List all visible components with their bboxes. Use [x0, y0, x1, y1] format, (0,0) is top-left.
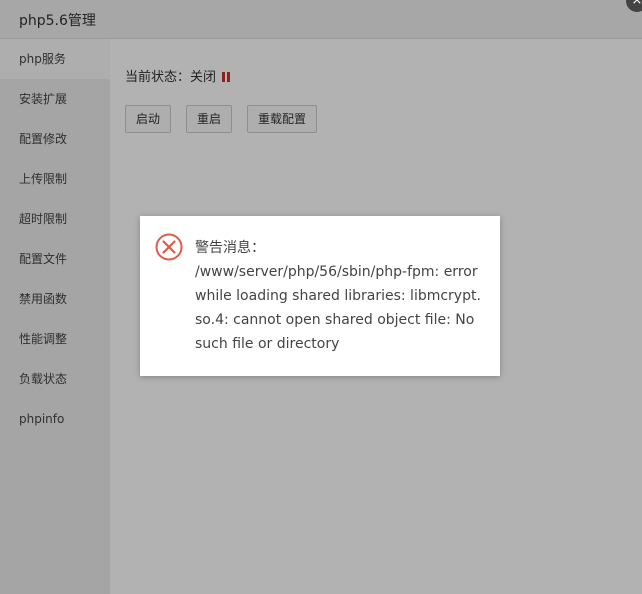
error-circle-icon — [155, 233, 183, 261]
warning-dialog: 警告消息： /www/server/php/56/sbin/php-fpm: e… — [140, 216, 500, 376]
dialog-message: /www/server/php/56/sbin/php-fpm: error w… — [195, 264, 481, 352]
dialog-message-block: 警告消息： /www/server/php/56/sbin/php-fpm: e… — [195, 236, 485, 356]
dialog-title: 警告消息： — [195, 240, 265, 256]
